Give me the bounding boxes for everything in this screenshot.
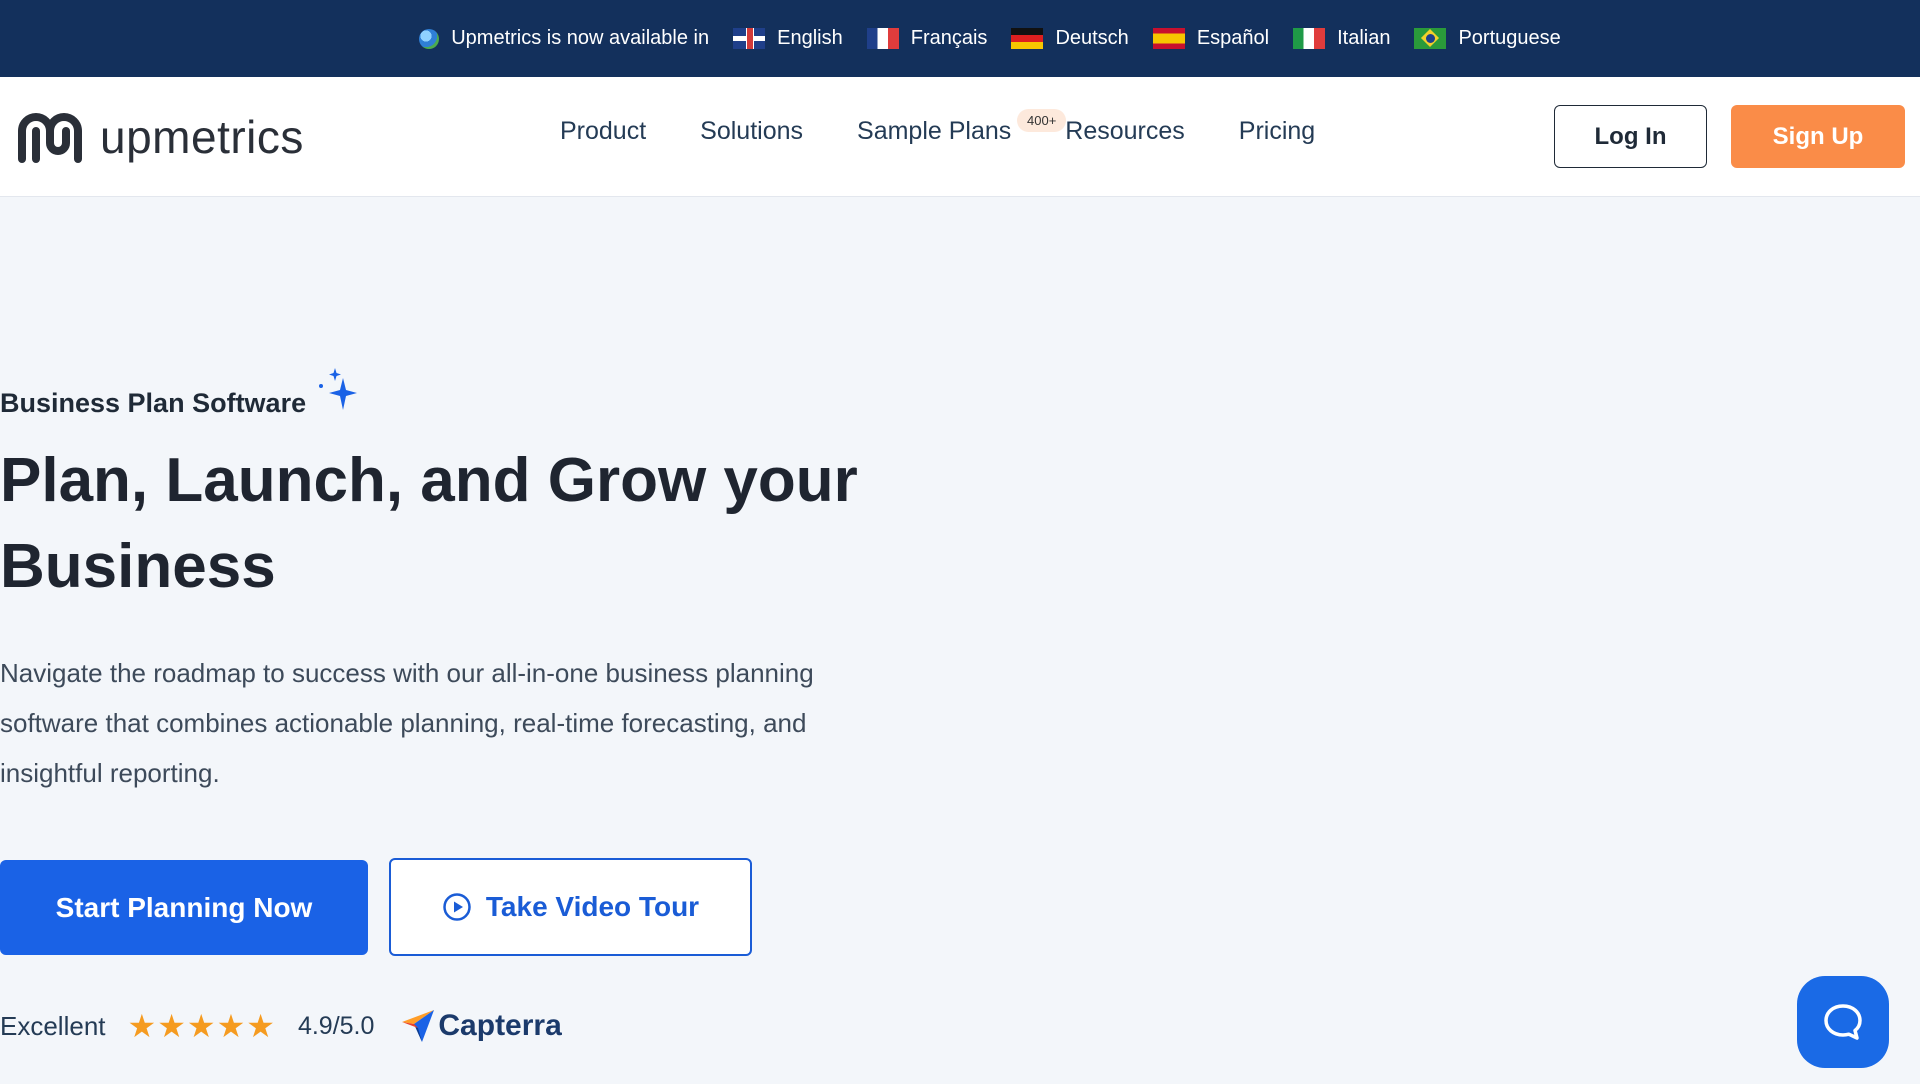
video-tour-label: Take Video Tour [485,891,700,922]
france-flag-icon [866,28,899,49]
nav-product[interactable]: Product [560,117,646,146]
capterra-icon [402,1010,435,1042]
chat-widget-button[interactable] [1797,976,1889,1068]
nav-pricing[interactable]: Pricing [1239,117,1315,146]
start-planning-button[interactable]: Start Planning Now [0,860,368,955]
logo[interactable]: upmetrics [14,105,304,169]
portugal-flag-icon [1414,28,1447,49]
hero-eyebrow: Business Plan Software [0,388,307,418]
hero-headline: Plan, Launch, and Grow your Business [0,446,858,601]
capterra-logo[interactable]: Capterra [400,1008,562,1044]
nav-sample-plans[interactable]: Sample Plans [857,117,1011,146]
rating-row: Excellent ★ ★ ★ ★ ★ 4.9/5.0 Capterra [0,1008,562,1044]
language-bar: Upmetrics is now available in English Fr… [0,0,1920,77]
star-icon: ★ [246,1008,275,1044]
play-circle-icon [443,893,471,921]
language-bar-text: Upmetrics is now available in [451,27,710,49]
video-tour-button[interactable]: Take Video Tour [389,858,752,956]
italy-flag-icon [1293,28,1326,49]
star-rating: ★ ★ ★ ★ ★ [128,1010,276,1042]
chat-bubble-icon [1824,1004,1862,1040]
rating-score: 4.9/5.0 [297,1011,375,1040]
hero-description: Navigate the roadmap to success with our… [0,658,814,788]
rating-label: Excellent [0,1010,106,1041]
language-francais[interactable]: Français [866,27,988,50]
globe-icon [419,28,440,49]
germany-flag-icon [1011,28,1044,49]
star-icon: ★ [186,1008,216,1044]
language-label: English [777,27,843,49]
star-icon: ★ [216,1008,246,1044]
language-portuguese[interactable]: Portuguese [1414,27,1561,50]
language-label: Español [1196,27,1270,49]
language-label: Deutsch [1055,27,1129,49]
nav-resources[interactable]: Resources [1065,117,1185,146]
signup-button[interactable]: Sign Up [1731,105,1905,168]
uk-flag-icon [733,28,766,49]
language-italian[interactable]: Italian [1293,27,1390,50]
star-icon: ★ [127,1008,157,1044]
nav-solutions[interactable]: Solutions [700,117,803,146]
star-icon: ★ [157,1008,186,1044]
login-button[interactable]: Log In [1554,105,1707,168]
language-label: Français [910,27,988,49]
main-nav: Product Solutions Sample Plans Resources… [560,109,1369,146]
site-header: upmetrics Product Solutions Sample Plans… [0,77,1920,197]
language-espanol[interactable]: Español [1152,27,1270,50]
language-label: Portuguese [1458,27,1561,49]
language-english[interactable]: English [733,27,843,50]
logo-text: upmetrics [100,111,304,163]
sparkle-icon [319,368,357,410]
language-deutsch[interactable]: Deutsch [1011,27,1129,50]
capterra-text: Capterra [438,1009,562,1042]
upmetrics-logo-icon [18,113,82,163]
sample-plans-badge: 400+ [1017,109,1067,132]
language-label: Italian [1337,27,1391,49]
spain-flag-icon [1152,28,1185,49]
